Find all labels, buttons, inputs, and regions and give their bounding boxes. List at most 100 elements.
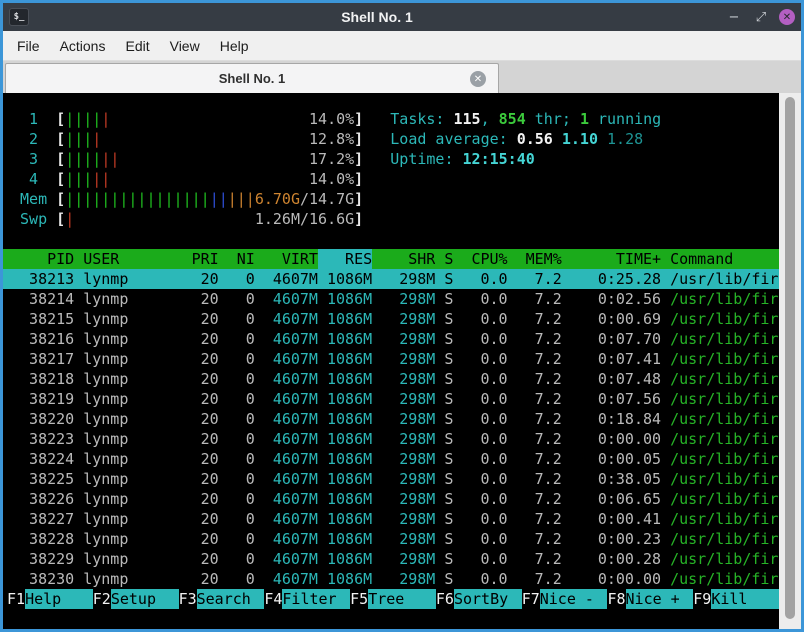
column-header-cpu[interactable]: CPU% (453, 249, 507, 269)
process-row-38229[interactable]: 38229 lynmp 20 0 4607M 1086M 298M S 0.0 7.2 0:00.2… (3, 549, 779, 569)
menu-edit[interactable]: Edit (115, 38, 159, 54)
cell-shr: 298M (399, 470, 436, 488)
cell-res: 1086M (326, 390, 373, 408)
menu-help[interactable]: Help (210, 38, 259, 54)
column-header-command[interactable]: Command (661, 249, 733, 269)
restore-button[interactable]: ⤢ (752, 8, 770, 26)
fkey-f2[interactable]: F2 Setup (92, 589, 179, 609)
fkey-f9[interactable]: F9 Kill (693, 589, 779, 609)
fkey-f6[interactable]: F6 SortBy (435, 589, 522, 609)
cell-pri: 20 (200, 370, 219, 388)
process-row-38225[interactable]: 38225 lynmp 20 0 4607M 1086M 298M S 0.0 7.2 0:38.0… (3, 469, 779, 489)
column-header-shr[interactable]: SHR (372, 249, 435, 269)
process-row-38223[interactable]: 38223 lynmp 20 0 4607M 1086M 298M S 0.0 7.2 0:00.0… (3, 429, 779, 449)
cell-virt: 4607M (272, 490, 318, 508)
tab-shell-no-1[interactable]: Shell No. 1 ✕ (5, 63, 499, 93)
cell-ni: 0 (245, 530, 255, 548)
fkey-f7[interactable]: F7 Nice - (521, 589, 608, 609)
cell-res: 1086M (326, 410, 373, 428)
cell-res: 1086M (326, 270, 373, 288)
process-row-38214[interactable]: 38214 lynmp 20 0 4607M 1086M 298M S 0.0 7.2 0:02.5… (3, 289, 779, 309)
process-row-38217[interactable]: 38217 lynmp 20 0 4607M 1086M 298M S 0.0 7.2 0:07.4… (3, 349, 779, 369)
cell-mem: 7.2 (534, 570, 562, 588)
fkey-f1[interactable]: F1 Help (7, 589, 93, 609)
cell-ni: 0 (245, 490, 255, 508)
cell-mem: 7.2 (534, 470, 562, 488)
process-row-38219[interactable]: 38219 lynmp 20 0 4607M 1086M 298M S 0.0 7.2 0:07.5… (3, 389, 779, 409)
cell-virt: 4607M (272, 350, 318, 368)
tab-close-icon[interactable]: ✕ (470, 71, 486, 87)
htop-output: 1 [||||| 14.0%] Tasks: 115, 854 thr; 1 run… (3, 93, 801, 609)
cell-virt: 4607M (272, 550, 318, 568)
cell-cpu: 0.0 (480, 490, 508, 508)
column-header-user[interactable]: USER (74, 249, 191, 269)
cell-virt: 4607M (272, 570, 318, 588)
cell-ni: 0 (245, 390, 255, 408)
cell-user: lynmp (83, 490, 129, 508)
cell-virt: 4607M (272, 290, 318, 308)
cell-user: lynmp (83, 510, 129, 528)
column-header-mem[interactable]: MEM% (508, 249, 562, 269)
fkey-f5[interactable]: F5 Tree (350, 589, 436, 609)
fkey-f4[interactable]: F4 Filter (264, 589, 351, 609)
cell-mem: 7.2 (534, 410, 562, 428)
menu-actions[interactable]: Actions (50, 38, 116, 54)
cell-time: 0:00.41 (597, 510, 662, 528)
cell-pri: 20 (200, 510, 219, 528)
fkey-f8[interactable]: F8 Nice + (607, 589, 694, 609)
cell-shr: 298M (399, 530, 436, 548)
menu-view[interactable]: View (160, 38, 210, 54)
cell-virt: 4607M (272, 530, 318, 548)
process-row-38215[interactable]: 38215 lynmp 20 0 4607M 1086M 298M S 0.0 7.2 0:00.6… (3, 309, 779, 329)
cell-command: /usr/lib/fir (670, 570, 779, 588)
cell-ni: 0 (245, 330, 255, 348)
menu-file[interactable]: File (7, 38, 50, 54)
cell-pri: 20 (200, 530, 219, 548)
cell-user: lynmp (83, 570, 129, 588)
cell-mem: 7.2 (534, 330, 562, 348)
minimize-button[interactable]: − (725, 8, 743, 26)
column-header-pid[interactable]: PID (11, 249, 74, 269)
column-header-time[interactable]: TIME+ (562, 249, 661, 269)
cell-command: /usr/lib/fir (670, 490, 779, 508)
cell-time: 0:02.56 (597, 290, 662, 308)
fkey-f3[interactable]: F3 Search (178, 589, 265, 609)
process-row-38228[interactable]: 38228 lynmp 20 0 4607M 1086M 298M S 0.0 7.2 0:00.2… (3, 529, 779, 549)
scrollbar[interactable] (779, 93, 801, 629)
cell-shr: 298M (399, 570, 436, 588)
cell-res: 1086M (326, 430, 373, 448)
cell-mem: 7.2 (534, 550, 562, 568)
column-header-pri[interactable]: PRI (192, 249, 219, 269)
process-row-38224[interactable]: 38224 lynmp 20 0 4607M 1086M 298M S 0.0 7.2 0:00.0… (3, 449, 779, 469)
cell-time: 0:38.05 (597, 470, 662, 488)
cell-s: S (444, 330, 454, 348)
uptime: Uptime: 12:15:40 (390, 150, 535, 168)
process-row-38230[interactable]: 38230 lynmp 20 0 4607M 1086M 298M S 0.0 7.2 0:00.0… (3, 569, 779, 589)
column-header-virt[interactable]: VIRT (255, 249, 318, 269)
process-row-38220[interactable]: 38220 lynmp 20 0 4607M 1086M 298M S 0.0 7.2 0:18.8… (3, 409, 779, 429)
cell-ni: 0 (245, 290, 255, 308)
process-table-header: PID USER PRI NI VIRT RES SHR S CPU% MEM% TIME+ Comm… (3, 249, 779, 269)
column-header-ni[interactable]: NI (219, 249, 255, 269)
cell-virt: 4607M (272, 430, 318, 448)
process-row-38227[interactable]: 38227 lynmp 20 0 4607M 1086M 298M S 0.0 7.2 0:00.4… (3, 509, 779, 529)
process-row-38213[interactable]: 38213 lynmp 20 0 4607M 1086M 298M S 0.0 7.2 0:25.2… (3, 269, 779, 289)
process-row-38216[interactable]: 38216 lynmp 20 0 4607M 1086M 298M S 0.0 7.2 0:07.7… (3, 329, 779, 349)
scrollbar-thumb[interactable] (785, 97, 795, 619)
cell-pri: 20 (200, 570, 219, 588)
close-button[interactable]: ✕ (779, 9, 795, 25)
cell-mem: 7.2 (534, 510, 562, 528)
process-row-38218[interactable]: 38218 lynmp 20 0 4607M 1086M 298M S 0.0 7.2 0:07.4… (3, 369, 779, 389)
cell-shr: 298M (399, 310, 436, 328)
cell-mem: 7.2 (534, 310, 562, 328)
process-row-38226[interactable]: 38226 lynmp 20 0 4607M 1086M 298M S 0.0 7.2 0:06.6… (3, 489, 779, 509)
cell-cpu: 0.0 (480, 510, 508, 528)
cell-time: 0:00.00 (597, 570, 662, 588)
column-header-s[interactable]: S (435, 249, 453, 269)
cell-time: 0:25.28 (597, 270, 662, 288)
cell-s: S (444, 310, 454, 328)
cell-command: /usr/lib/fir (670, 450, 779, 468)
cell-user: lynmp (83, 290, 129, 308)
column-header-res[interactable]: RES (317, 249, 373, 269)
cell-shr: 298M (399, 410, 436, 428)
